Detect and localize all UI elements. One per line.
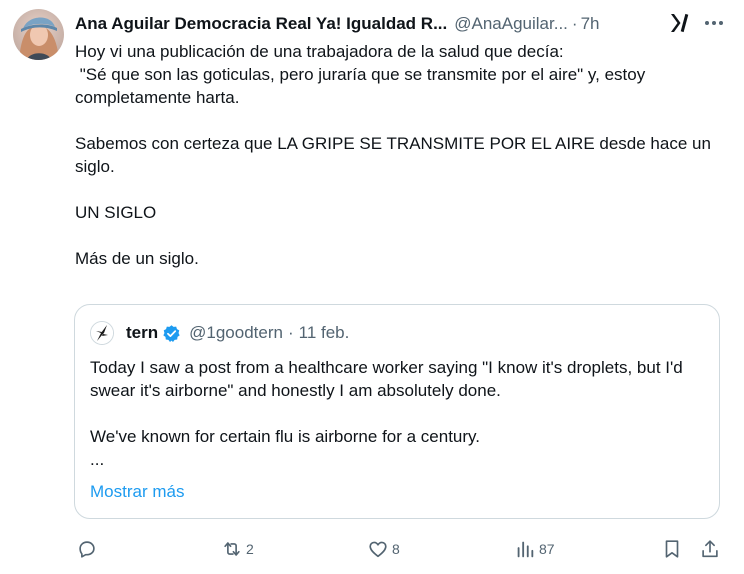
- repost-icon: [224, 542, 240, 556]
- tweet-text-paragraph: Más de un siglo.: [75, 249, 199, 268]
- author-name[interactable]: Ana Aguilar Democracia Real Ya! Igualdad…: [75, 14, 447, 34]
- repost-count: 2: [246, 541, 254, 557]
- reply-icon: [79, 541, 95, 558]
- author-handle[interactable]: @AnaAguilar...: [454, 14, 568, 34]
- tweet-timestamp[interactable]: 7h: [581, 14, 600, 34]
- more-icon[interactable]: [702, 11, 726, 35]
- tweet-text-paragraph: UN SIGLO: [75, 203, 157, 222]
- verified-badge-icon: [163, 324, 180, 342]
- reply-button[interactable]: [76, 534, 98, 564]
- grok-icon[interactable]: [667, 11, 691, 35]
- author-avatar[interactable]: [13, 9, 64, 60]
- quoted-author-name[interactable]: tern: [126, 323, 158, 343]
- share-button[interactable]: [699, 534, 721, 564]
- tweet-text-line: "Sé que son las goticulas, pero juraría …: [75, 65, 650, 107]
- like-count: 8: [392, 541, 400, 557]
- like-button[interactable]: 8: [367, 534, 400, 564]
- quoted-tweet[interactable]: tern @1goodtern · 11 feb. Today I saw a …: [74, 304, 720, 519]
- repost-button[interactable]: 2: [221, 534, 254, 564]
- bookmark-icon: [665, 540, 679, 558]
- bird-avatar-icon: [91, 322, 113, 344]
- quoted-header: tern @1goodtern · 11 feb.: [126, 321, 349, 345]
- quoted-text-paragraph: We've known for certain flu is airborne …: [90, 427, 481, 446]
- action-bar: 2 8 87: [0, 534, 744, 564]
- tweet-header: Ana Aguilar Democracia Real Ya! Igualdad…: [75, 12, 735, 36]
- views-button[interactable]: 87: [514, 534, 555, 564]
- quoted-date: 11 feb.: [298, 323, 350, 342]
- quoted-author-avatar[interactable]: [90, 321, 114, 345]
- header-separator: ·: [571, 14, 578, 33]
- heart-icon: [369, 541, 387, 558]
- tweet-text-line: Hoy vi una publicación de una trabajador…: [75, 42, 564, 61]
- quoted-text-ellipsis: ...: [90, 450, 105, 469]
- views-icon: [517, 541, 534, 558]
- avatar-image: [13, 9, 64, 60]
- tweet-body: Hoy vi una publicación de una trabajador…: [75, 40, 725, 270]
- quoted-separator: ·: [287, 323, 294, 342]
- quoted-author-handle: @1goodtern: [189, 323, 283, 342]
- views-count: 87: [539, 541, 555, 557]
- quoted-text-paragraph: Today I saw a post from a healthcare wor…: [90, 358, 683, 400]
- quoted-body: Today I saw a post from a healthcare wor…: [90, 356, 705, 471]
- share-icon: [702, 540, 718, 558]
- tweet-text-paragraph: Sabemos con certeza que LA GRIPE SE TRAN…: [75, 134, 716, 176]
- bookmark-button[interactable]: [661, 534, 683, 564]
- show-more-link[interactable]: Mostrar más: [90, 482, 184, 502]
